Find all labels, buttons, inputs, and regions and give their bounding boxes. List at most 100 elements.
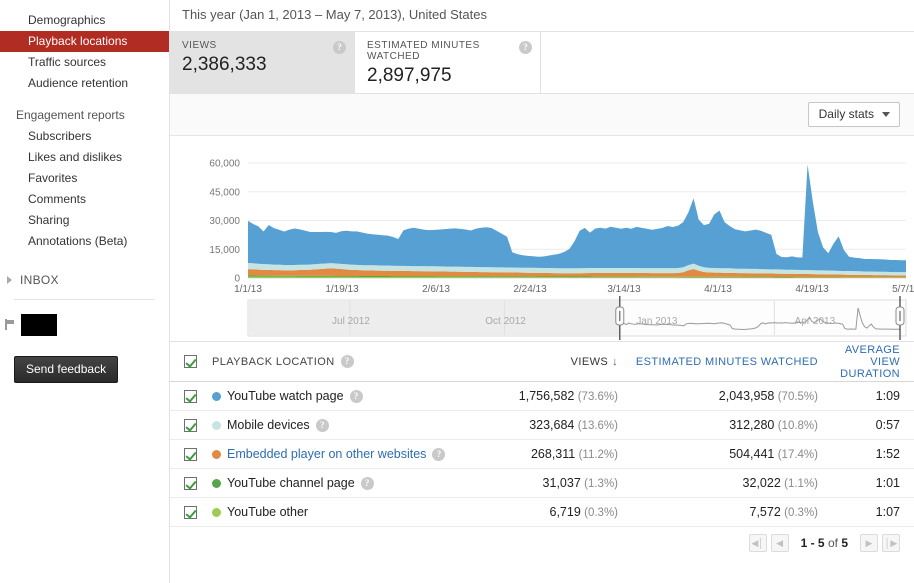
svg-text:4/19/13: 4/19/13	[795, 284, 829, 295]
sidebar-item-inbox[interactable]: INBOX	[0, 270, 169, 290]
svg-text:Jul 2012: Jul 2012	[332, 316, 370, 327]
pagination-last-button[interactable]: │▶	[882, 534, 900, 552]
metric-card-views[interactable]: VIEWS 2,386,333 ?	[170, 32, 355, 93]
pagination-prev-button[interactable]: ◀	[770, 534, 789, 552]
row-views-value: 31,037	[542, 476, 581, 490]
sidebar-item-demographics[interactable]: Demographics	[0, 10, 169, 31]
row-duration-value: 1:09	[875, 389, 900, 403]
row-checkbox[interactable]	[184, 447, 197, 461]
sidebar-item-subscribers[interactable]: Subscribers	[0, 126, 169, 147]
row-minutes-value: 504,441	[729, 447, 775, 461]
sidebar-item-favorites[interactable]: Favorites	[0, 168, 169, 189]
row-views-percent: (11.2%)	[578, 449, 618, 461]
row-label: YouTube other	[227, 505, 309, 519]
sidebar-item-label: INBOX	[20, 273, 59, 287]
stats-interval-select[interactable]: Daily stats	[807, 102, 900, 127]
row-minutes-percent: (10.8%)	[777, 420, 818, 432]
svg-text:5/7/13: 5/7/13	[892, 284, 914, 295]
svg-text:1/1/13: 1/1/13	[234, 284, 262, 295]
pagination-of: of	[827, 536, 838, 550]
playback-locations-table: PLAYBACK LOCATION ? VIEWS ↓ ESTIMATED MIN…	[170, 341, 914, 559]
column-header-average-view-duration[interactable]: AVERAGE VIEW DURATION	[822, 344, 900, 380]
help-icon[interactable]: ?	[519, 41, 532, 54]
metric-card-estimated-minutes-watched[interactable]: ESTIMATED MINUTES WATCHED 2,897,975 ?	[355, 32, 541, 93]
views-area-chart[interactable]: 0 15,000 30,000 45,000 60,000 1/1/13 1/19/13 2/…	[170, 136, 914, 341]
svg-text:15,000: 15,000	[209, 245, 240, 256]
table-row[interactable]: YouTube watch page ? 1,756,582 (73.6%) 2…	[170, 382, 914, 411]
sidebar-item-comments[interactable]: Comments	[0, 189, 169, 210]
svg-text:30,000: 30,000	[209, 216, 240, 227]
row-duration-value: 1:07	[875, 505, 900, 519]
row-minutes-value: 32,022	[742, 476, 781, 490]
redacted-account-row	[0, 314, 169, 336]
sidebar: Demographics Playback locations Traffic …	[0, 0, 170, 583]
column-header-estimated-minutes-watched[interactable]: ESTIMATED MINUTES WATCHED	[622, 356, 822, 368]
table-row[interactable]: YouTube channel page ? 31,037 (1.3%) 32,…	[170, 469, 914, 498]
table-row[interactable]: YouTube other 6,719 (0.3%) 7,572 (0.3%) …	[170, 498, 914, 527]
metric-value: 2,897,975	[367, 65, 452, 86]
sidebar-item-traffic-sources[interactable]: Traffic sources	[0, 52, 169, 73]
redacted-block	[21, 314, 57, 336]
series-color-dot	[212, 507, 221, 517]
row-duration-value: 0:57	[875, 418, 900, 432]
sidebar-item-annotations[interactable]: Annotations (Beta)	[0, 231, 169, 252]
help-icon[interactable]: ?	[432, 447, 446, 461]
help-icon[interactable]: ?	[349, 389, 363, 403]
help-icon[interactable]: ?	[333, 41, 346, 54]
row-checkbox[interactable]	[184, 505, 197, 519]
row-views-percent: (73.6%)	[577, 391, 618, 403]
sidebar-divider	[14, 299, 155, 300]
table-row[interactable]: Embedded player on other websites ? 268,…	[170, 440, 914, 469]
svg-text:1/19/13: 1/19/13	[325, 284, 359, 295]
svg-text:Jan 2013: Jan 2013	[636, 316, 678, 327]
stats-interval-label: Daily stats	[818, 107, 874, 121]
row-label[interactable]: Embedded player on other websites	[227, 447, 426, 461]
row-label: YouTube channel page	[227, 476, 355, 490]
metric-cards: VIEWS 2,386,333 ? ESTIMATED MINUTES WATC…	[170, 31, 914, 94]
column-header-playback-location[interactable]: PLAYBACK LOCATION	[212, 356, 335, 368]
help-icon[interactable]: ?	[315, 418, 329, 432]
svg-text:Apr 2013: Apr 2013	[795, 316, 836, 327]
svg-text:0: 0	[234, 274, 240, 285]
row-views-value: 323,684	[529, 418, 575, 432]
row-duration-value: 1:52	[875, 447, 900, 461]
row-checkbox[interactable]	[184, 476, 197, 490]
row-minutes-value: 2,043,958	[718, 389, 775, 403]
help-icon[interactable]: ?	[340, 355, 354, 368]
pagination-info: 1 - 5 of 5	[801, 536, 848, 550]
sidebar-item-sharing[interactable]: Sharing	[0, 210, 169, 231]
help-icon[interactable]: ?	[360, 476, 374, 490]
sidebar-item-playback-locations[interactable]: Playback locations	[0, 31, 169, 52]
pagination-next-button[interactable]: ▶	[860, 534, 878, 552]
metric-value: 2,386,333	[182, 54, 267, 75]
row-checkbox[interactable]	[184, 418, 197, 432]
series-color-dot	[212, 391, 221, 401]
row-views-value: 268,311	[530, 447, 576, 461]
svg-text:4/1/13: 4/1/13	[704, 284, 732, 295]
pagination-range: 1 - 5	[800, 536, 825, 550]
send-feedback-button[interactable]: Send feedback	[14, 356, 119, 383]
svg-text:2/6/13: 2/6/13	[422, 284, 450, 295]
series-color-dot	[212, 420, 221, 430]
row-views-percent: (1.3%)	[584, 478, 618, 490]
series-color-dot	[212, 478, 221, 488]
svg-text:2/24/13: 2/24/13	[513, 284, 547, 295]
pagination-first-button[interactable]: ◀│	[748, 534, 767, 552]
svg-text:60,000: 60,000	[209, 159, 240, 170]
svg-text:45,000: 45,000	[209, 187, 240, 198]
row-label: YouTube watch page	[227, 389, 344, 403]
row-views-percent: (13.6%)	[577, 420, 618, 432]
select-all-checkbox[interactable]	[184, 355, 197, 368]
row-duration-value: 1:01	[875, 476, 900, 490]
sidebar-item-audience-retention[interactable]: Audience retention	[0, 73, 169, 94]
row-minutes-percent: (1.1%)	[784, 478, 818, 490]
table-row[interactable]: Mobile devices ? 323,684 (13.6%) 312,280…	[170, 411, 914, 440]
row-minutes-value: 312,280	[729, 418, 775, 432]
series-color-dot	[212, 449, 221, 459]
column-header-views[interactable]: VIEWS ↓	[447, 356, 622, 368]
sidebar-item-likes-and-dislikes[interactable]: Likes and dislikes	[0, 147, 169, 168]
row-checkbox[interactable]	[184, 389, 197, 403]
row-views-value: 6,719	[549, 505, 581, 519]
row-label: Mobile devices	[227, 418, 310, 432]
row-views-value: 1,756,582	[518, 389, 575, 403]
